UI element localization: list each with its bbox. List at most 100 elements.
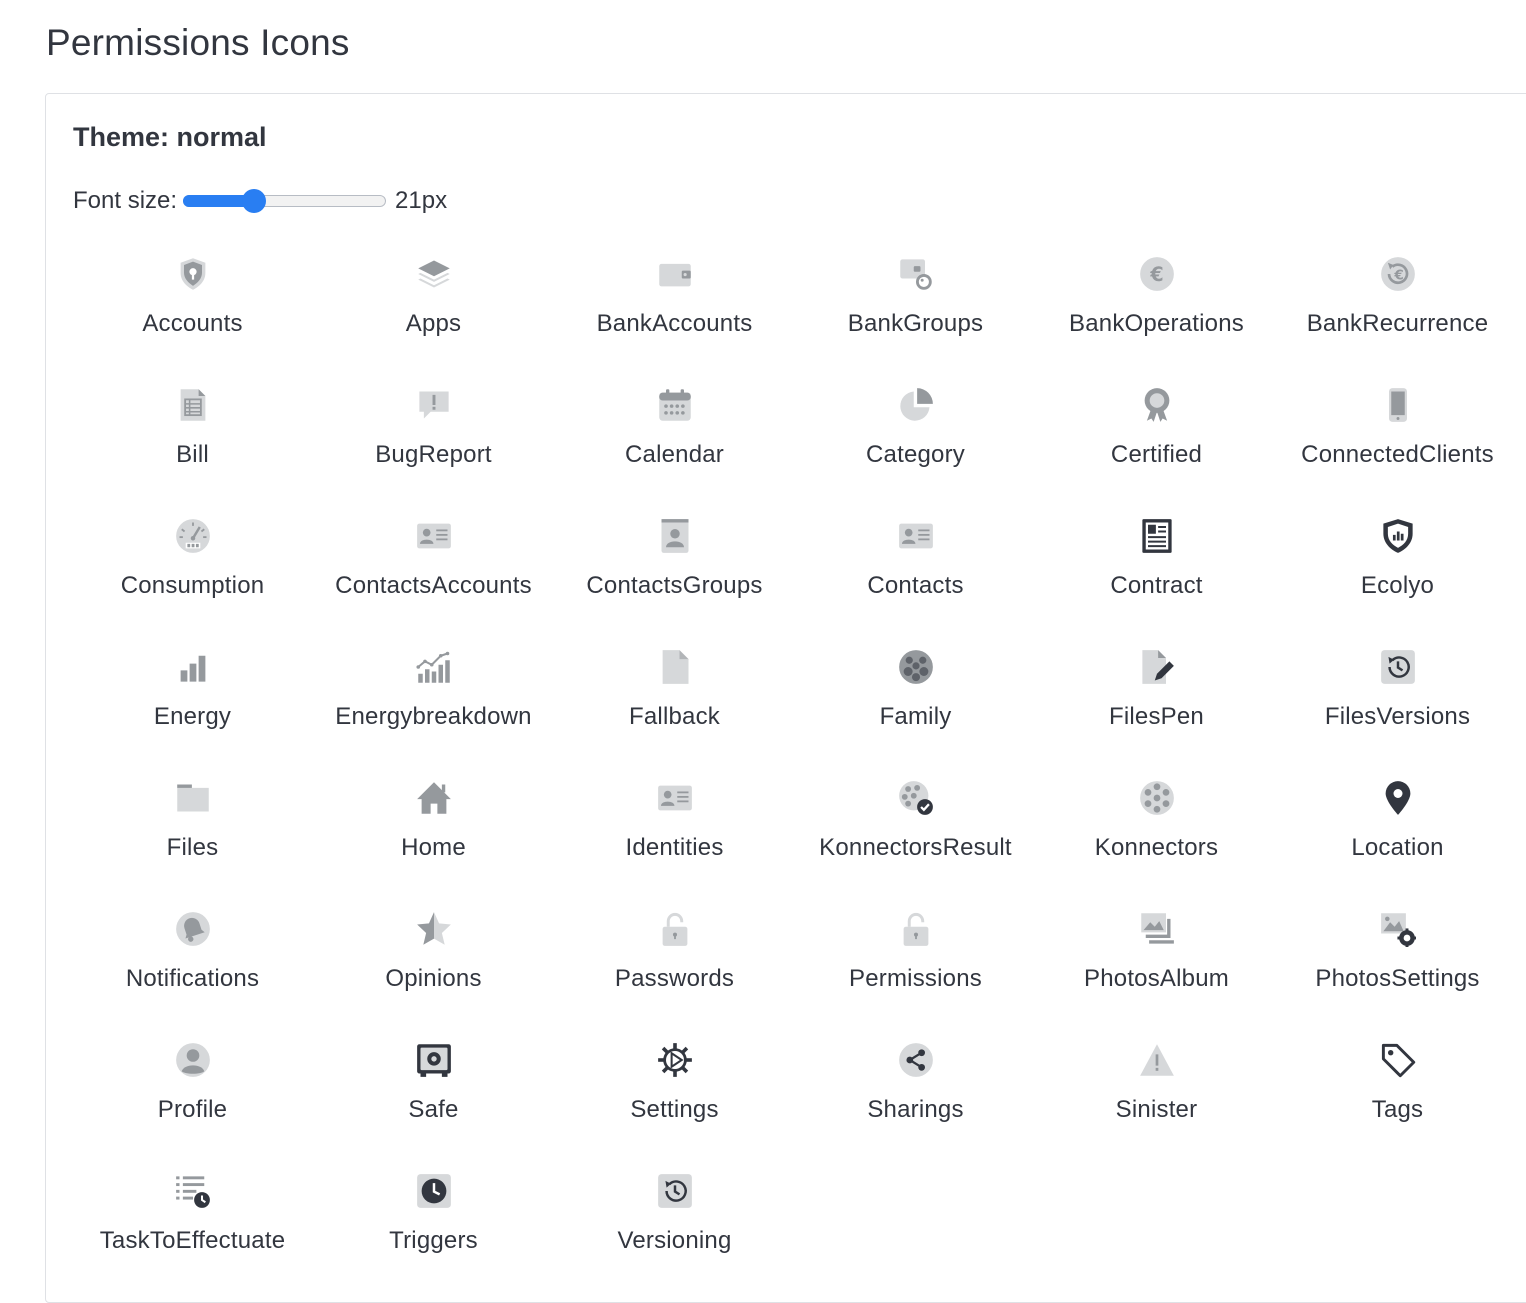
icon-cell: Home [313, 770, 554, 901]
photo-stack-icon [1139, 911, 1175, 947]
pie-chart-icon [898, 387, 934, 423]
icon-cell: Certified [1036, 377, 1277, 508]
theme-panel: Theme: normal Font size: 21px Accounts Ap… [45, 93, 1526, 1303]
history-clock-icon [657, 1173, 693, 1209]
font-size-value: 21px [395, 187, 448, 214]
calendar-icon [657, 387, 693, 423]
history-clock-icon [1380, 649, 1416, 685]
bank-tag-icon [898, 256, 934, 292]
contract-document-icon [1139, 518, 1175, 554]
icon-cell: Calendar [554, 377, 795, 508]
icon-label: Location [1351, 834, 1444, 861]
icon-label: Opinions [385, 965, 482, 992]
speech-exclamation-icon [416, 387, 452, 423]
icon-label: Contacts [867, 572, 964, 599]
icon-cell: Category [795, 377, 1036, 508]
icon-label: Consumption [120, 572, 265, 599]
icon-cell: Contract [1036, 508, 1277, 639]
icon-cell: PhotosAlbum [1036, 901, 1277, 1032]
safe-vault-icon [416, 1042, 452, 1078]
mobile-phone-icon [1380, 387, 1416, 423]
user-circle-icon [175, 1042, 211, 1078]
icon-label: Ecolyo [1360, 572, 1435, 599]
icon-label: Permissions [849, 965, 982, 992]
icon-cell: Contacts [795, 508, 1036, 639]
font-size-label: Font size: [73, 187, 178, 214]
blank-file-icon [657, 649, 693, 685]
icon-label: BankAccounts [596, 310, 753, 337]
icon-label: ConnectedClients [1301, 441, 1494, 468]
icon-cell: ContactsGroups [554, 508, 795, 639]
icon-label: Identities [625, 834, 724, 861]
icon-cell: Files [72, 770, 313, 901]
icon-label: Energy [153, 703, 232, 730]
icon-cell: Tags [1277, 1032, 1518, 1163]
icon-label: Triggers [389, 1227, 478, 1254]
icon-cell: Profile [72, 1032, 313, 1163]
icon-cell: Apps [313, 246, 554, 377]
contact-card-icon [416, 518, 452, 554]
icon-cell: BugReport [313, 377, 554, 508]
icon-cell: Triggers [313, 1163, 554, 1294]
icon-label: Family [879, 703, 952, 730]
font-size-slider[interactable] [183, 189, 388, 213]
euro-recurrence-icon: € [1380, 256, 1416, 292]
icon-cell: Versioning [554, 1163, 795, 1294]
icon-cell: Identities [554, 770, 795, 901]
icon-label: Files [166, 834, 219, 861]
icon-label: Sharings [867, 1096, 964, 1123]
icon-cell: Settings [554, 1032, 795, 1163]
wallet-icon [657, 256, 693, 292]
konnector-dots-icon [1139, 780, 1175, 816]
svg-text:€: € [1393, 268, 1403, 284]
icon-label: ContactsAccounts [335, 572, 532, 599]
padlock-icon [657, 911, 693, 947]
icon-label: ContactsGroups [586, 572, 763, 599]
icon-cell: TaskToEffectuate [72, 1163, 313, 1294]
folder-icon [175, 780, 211, 816]
icon-label: Profile [157, 1096, 228, 1123]
bell-icon [175, 911, 211, 947]
icon-cell: € BankOperations [1036, 246, 1277, 377]
trend-bars-icon [415, 649, 452, 685]
icon-label: Home [401, 834, 466, 861]
icon-cell: Location [1277, 770, 1518, 901]
icon-label: KonnectorsResult [819, 834, 1012, 861]
share-icon [898, 1042, 934, 1078]
icon-label: Safe [408, 1096, 459, 1123]
icon-cell: Safe [313, 1032, 554, 1163]
icon-cell: Sinister [1036, 1032, 1277, 1163]
task-list-clock-icon [175, 1173, 211, 1209]
icon-label: Settings [630, 1096, 719, 1123]
icon-label: BankGroups [847, 310, 984, 337]
family-group-icon [898, 649, 934, 685]
bar-chart-icon [175, 649, 211, 685]
icon-cell: Bill [72, 377, 313, 508]
icon-cell: BankGroups [795, 246, 1036, 377]
theme-title: Theme: normal [73, 122, 267, 152]
shield-keyhole-icon [175, 256, 211, 292]
icon-cell: KonnectorsResult [795, 770, 1036, 901]
icon-label: PhotosSettings [1315, 965, 1480, 992]
icon-cell: Passwords [554, 901, 795, 1032]
icon-label: FilesVersions [1324, 703, 1471, 730]
icon-cell: Accounts [72, 246, 313, 377]
icon-cell: Permissions [795, 901, 1036, 1032]
icon-cell: Energybreakdown [313, 639, 554, 770]
slider-thumb[interactable] [242, 189, 267, 213]
icon-cell: Family [795, 639, 1036, 770]
icon-label: Notifications [125, 965, 260, 992]
icon-cell: PhotosSettings [1277, 901, 1518, 1032]
shield-bars-icon [1380, 518, 1416, 554]
icon-label: Category [866, 441, 965, 468]
icon-label: BankOperations [1069, 310, 1244, 337]
icon-cell: BankAccounts [554, 246, 795, 377]
warning-triangle-icon [1139, 1042, 1175, 1078]
euro-coin-icon: € [1139, 256, 1175, 292]
icon-label: Calendar [625, 441, 724, 468]
konnector-check-icon [898, 780, 934, 816]
padlock-icon [898, 911, 934, 947]
icon-label: Certified [1110, 441, 1203, 468]
stacked-layers-icon [416, 256, 452, 292]
icon-cell: Consumption [72, 508, 313, 639]
